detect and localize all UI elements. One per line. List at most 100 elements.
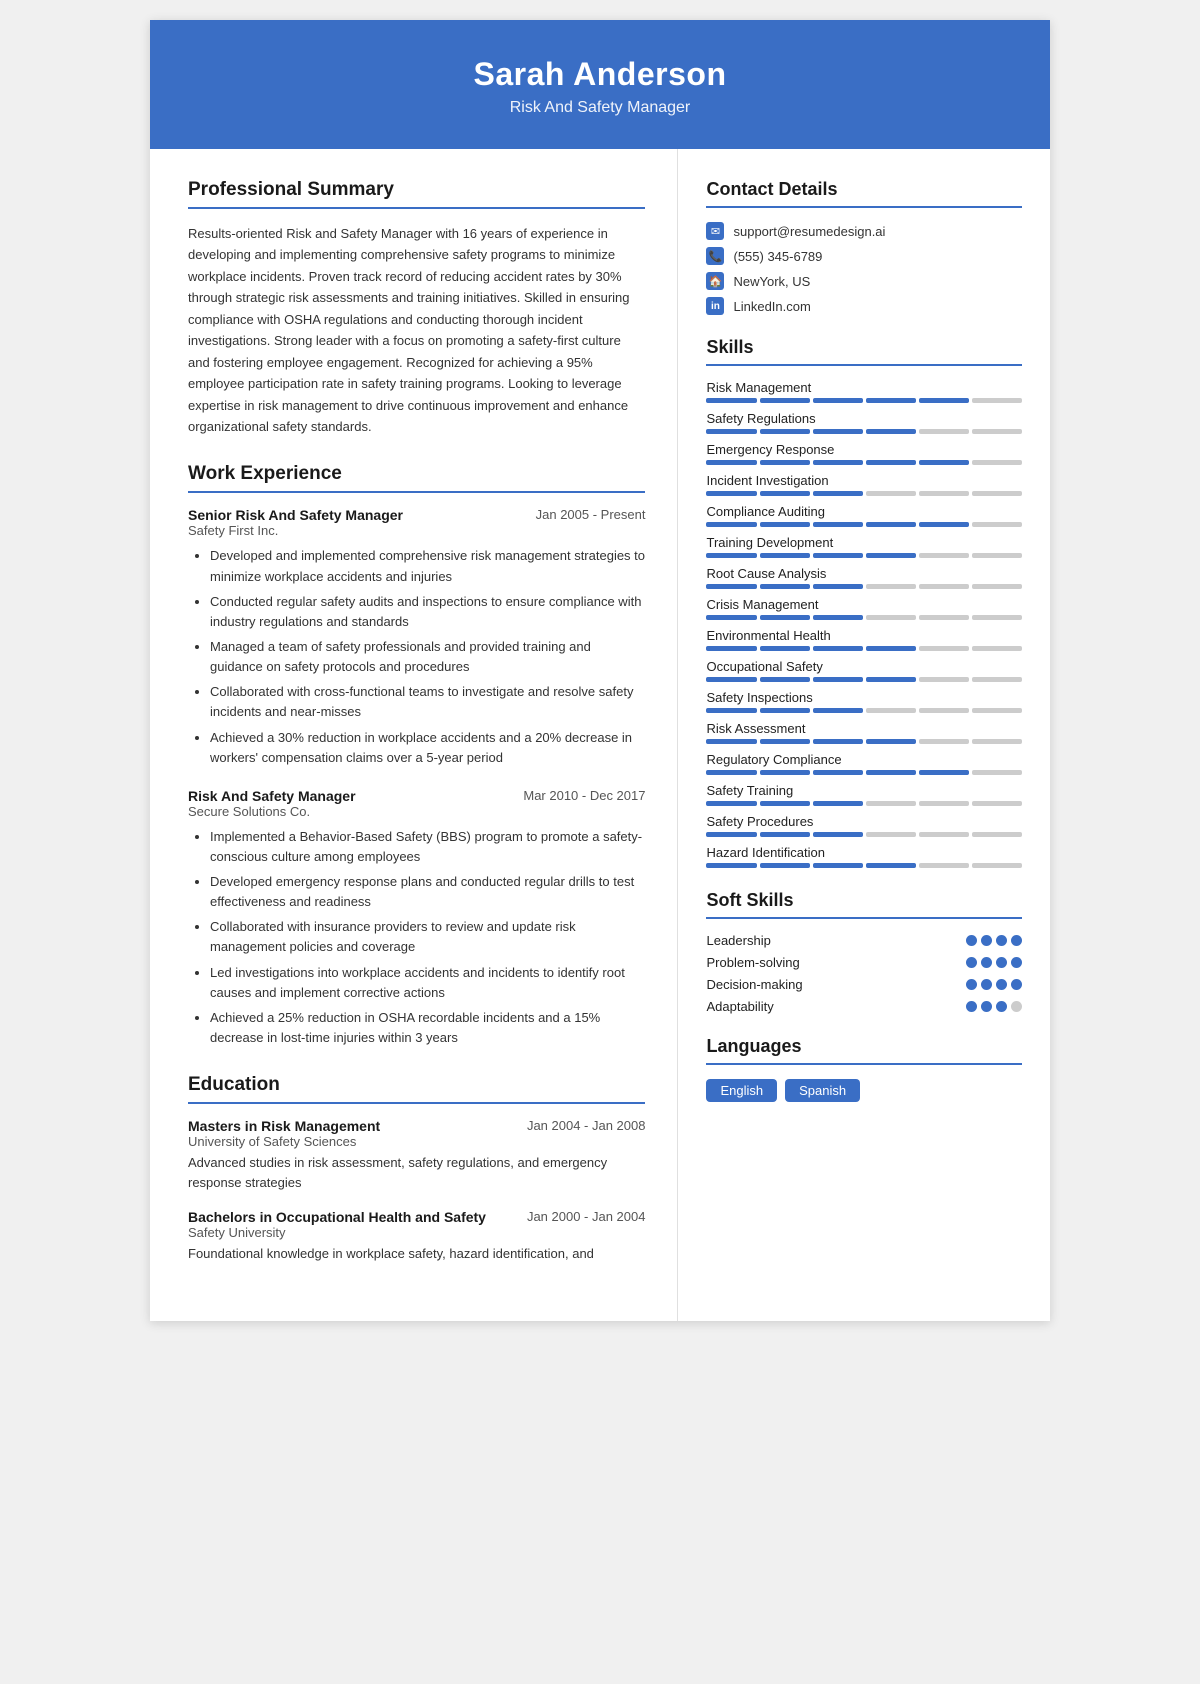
dot-1-1 <box>981 957 992 968</box>
skill-seg-8-2 <box>813 646 863 651</box>
dot-2-3 <box>1011 979 1022 990</box>
skill-seg-15-4 <box>919 863 969 868</box>
skill-seg-14-4 <box>919 832 969 837</box>
skill-seg-4-5 <box>972 522 1022 527</box>
skill-seg-14-3 <box>866 832 916 837</box>
right-column: Contact Details ✉ support@resumedesign.a… <box>678 149 1050 1321</box>
dot-2-2 <box>996 979 1007 990</box>
edu-school-2: Safety University <box>188 1225 645 1240</box>
skill-seg-3-4 <box>919 491 969 496</box>
skill-seg-3-2 <box>813 491 863 496</box>
summary-underline <box>188 207 645 209</box>
skill-seg-6-0 <box>706 584 756 589</box>
skill-seg-12-1 <box>760 770 810 775</box>
experience-title: Work Experience <box>188 463 645 485</box>
skill-seg-10-1 <box>760 708 810 713</box>
soft-skill-name-0: Leadership <box>706 933 770 948</box>
skill-seg-0-5 <box>972 398 1022 403</box>
skill-name-13: Safety Training <box>706 783 1022 798</box>
skill-seg-5-4 <box>919 553 969 558</box>
skill-seg-10-4 <box>919 708 969 713</box>
skill-seg-3-5 <box>972 491 1022 496</box>
experience-underline <box>188 491 645 493</box>
skill-seg-5-1 <box>760 553 810 558</box>
skill-name-14: Safety Procedures <box>706 814 1022 829</box>
skill-row-10: Safety Inspections <box>706 690 1022 713</box>
skill-row-6: Root Cause Analysis <box>706 566 1022 589</box>
skill-name-0: Risk Management <box>706 380 1022 395</box>
soft-skills-underline <box>706 917 1022 919</box>
skill-seg-2-1 <box>760 460 810 465</box>
skill-row-5: Training Development <box>706 535 1022 558</box>
skill-seg-0-1 <box>760 398 810 403</box>
edu-desc-1: Advanced studies in risk assessment, saf… <box>188 1153 645 1193</box>
skill-seg-11-5 <box>972 739 1022 744</box>
skill-seg-5-2 <box>813 553 863 558</box>
skill-seg-2-3 <box>866 460 916 465</box>
soft-skills-title: Soft Skills <box>706 890 1022 911</box>
bullet-2-5: Achieved a 25% reduction in OSHA recorda… <box>210 1008 645 1048</box>
dot-2-0 <box>966 979 977 990</box>
contact-title: Contact Details <box>706 179 1022 200</box>
job-title-1: Senior Risk And Safety Manager <box>188 507 403 523</box>
skill-seg-7-5 <box>972 615 1022 620</box>
job-block-1: Senior Risk And Safety Manager Jan 2005 … <box>188 507 645 767</box>
bullet-2-1: Implemented a Behavior-Based Safety (BBS… <box>210 827 645 867</box>
soft-skills-section: Soft Skills LeadershipProblem-solvingDec… <box>706 890 1022 1014</box>
skill-seg-13-3 <box>866 801 916 806</box>
soft-skill-row-2: Decision-making <box>706 977 1022 992</box>
soft-skill-name-3: Adaptability <box>706 999 773 1014</box>
skill-seg-1-2 <box>813 429 863 434</box>
skills-title: Skills <box>706 337 1022 358</box>
skill-seg-7-3 <box>866 615 916 620</box>
soft-skill-dots-3 <box>966 1001 1022 1012</box>
edu-degree-2: Bachelors in Occupational Health and Saf… <box>188 1209 486 1225</box>
edu-block-2: Bachelors in Occupational Health and Saf… <box>188 1209 645 1264</box>
job-bullets-1: Developed and implemented comprehensive … <box>188 546 645 767</box>
dot-0-2 <box>996 935 1007 946</box>
skill-seg-6-4 <box>919 584 969 589</box>
skill-bar-12 <box>706 770 1022 775</box>
skill-row-15: Hazard Identification <box>706 845 1022 868</box>
skill-name-11: Risk Assessment <box>706 721 1022 736</box>
skill-name-10: Safety Inspections <box>706 690 1022 705</box>
skill-bar-5 <box>706 553 1022 558</box>
soft-skill-dots-2 <box>966 979 1022 990</box>
skill-seg-6-2 <box>813 584 863 589</box>
resume-container: Sarah Anderson Risk And Safety Manager P… <box>150 20 1050 1321</box>
candidate-title: Risk And Safety Manager <box>190 99 1010 117</box>
languages-underline <box>706 1063 1022 1065</box>
bullet-2-4: Led investigations into workplace accide… <box>210 963 645 1003</box>
edu-header-2: Bachelors in Occupational Health and Saf… <box>188 1209 645 1225</box>
skill-row-4: Compliance Auditing <box>706 504 1022 527</box>
phone-icon: 📞 <box>706 247 724 265</box>
bullet-1-3: Managed a team of safety professionals a… <box>210 637 645 677</box>
resume-header: Sarah Anderson Risk And Safety Manager <box>150 20 1050 149</box>
bullet-1-2: Conducted regular safety audits and insp… <box>210 592 645 632</box>
skill-seg-5-3 <box>866 553 916 558</box>
skill-name-3: Incident Investigation <box>706 473 1022 488</box>
skill-seg-6-3 <box>866 584 916 589</box>
dot-2-1 <box>981 979 992 990</box>
skill-seg-13-4 <box>919 801 969 806</box>
skill-seg-10-5 <box>972 708 1022 713</box>
soft-skill-row-3: Adaptability <box>706 999 1022 1014</box>
job-header-1: Senior Risk And Safety Manager Jan 2005 … <box>188 507 645 523</box>
contact-item-location: 🏠 NewYork, US <box>706 272 1022 290</box>
contact-linkedin: LinkedIn.com <box>733 299 810 314</box>
job-company-2: Secure Solutions Co. <box>188 804 645 819</box>
skill-name-1: Safety Regulations <box>706 411 1022 426</box>
skill-bar-0 <box>706 398 1022 403</box>
job-header-2: Risk And Safety Manager Mar 2010 - Dec 2… <box>188 788 645 804</box>
lang-tag-1: Spanish <box>785 1079 860 1102</box>
summary-text: Results-oriented Risk and Safety Manager… <box>188 223 645 437</box>
dot-1-2 <box>996 957 1007 968</box>
skill-seg-14-1 <box>760 832 810 837</box>
skill-bar-9 <box>706 677 1022 682</box>
skill-seg-8-1 <box>760 646 810 651</box>
edu-degree-1: Masters in Risk Management <box>188 1118 380 1134</box>
skill-seg-7-2 <box>813 615 863 620</box>
skill-seg-12-3 <box>866 770 916 775</box>
skill-seg-13-1 <box>760 801 810 806</box>
skill-row-11: Risk Assessment <box>706 721 1022 744</box>
